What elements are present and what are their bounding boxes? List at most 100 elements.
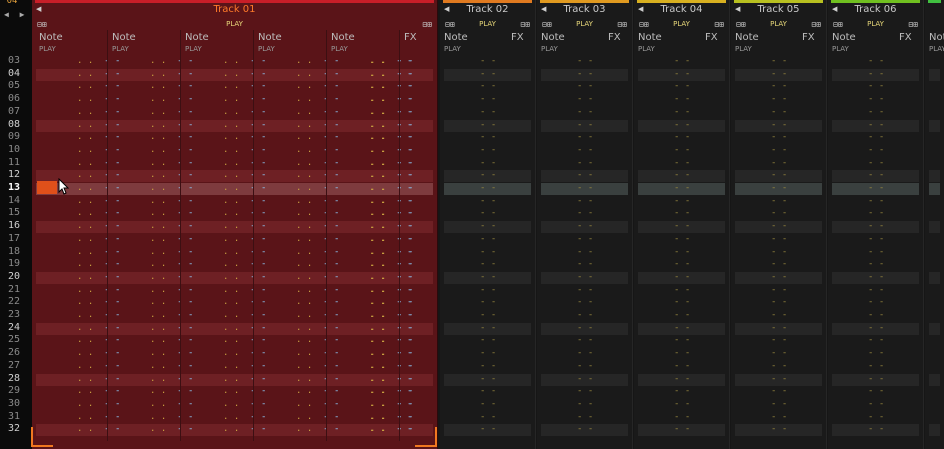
note-cell[interactable]: . . - - (296, 120, 339, 132)
note-cell[interactable]: - - (771, 145, 787, 157)
note-cell[interactable]: . . - - (77, 247, 120, 259)
note-cell[interactable]: - - (771, 323, 787, 335)
note-cell[interactable]: . . - - (150, 272, 193, 284)
fx-cell[interactable]: . . - - (370, 412, 413, 424)
track-title[interactable]: ◀ Track 02 (440, 4, 535, 17)
note-cell[interactable]: - - (577, 183, 593, 195)
note-cell[interactable]: . . - - (223, 196, 266, 208)
note-cell[interactable]: - - (480, 145, 496, 157)
note-cell[interactable]: . . - - (223, 208, 266, 220)
note-cell[interactable]: - - (480, 285, 496, 297)
note-cell[interactable]: - - (480, 183, 496, 195)
fx-cell[interactable]: . . - - (370, 94, 413, 106)
note-cell[interactable]: - - (771, 247, 787, 259)
note-cell[interactable]: - - (577, 234, 593, 246)
note-cell[interactable]: . . - - (150, 120, 193, 132)
fx-cell[interactable]: . . - - (370, 399, 413, 411)
note-cell[interactable]: . . - - (296, 348, 339, 360)
note-cell[interactable]: . . - - (223, 247, 266, 259)
fx-column-header[interactable]: FX (899, 32, 912, 43)
fx-cell[interactable]: . . - - (370, 132, 413, 144)
note-cell[interactable]: . . - - (296, 323, 339, 335)
note-cell[interactable]: - - (674, 272, 690, 284)
note-column-header[interactable]: Note (39, 32, 63, 43)
note-cell[interactable]: - - (674, 208, 690, 220)
note-cell[interactable]: . . - - (223, 272, 266, 284)
note-cell[interactable]: - - (480, 107, 496, 119)
note-cell[interactable]: - - (674, 323, 690, 335)
note-cell[interactable]: - - (868, 374, 884, 386)
note-cell[interactable]: . . - - (150, 310, 193, 322)
fx-cell[interactable]: . . - - (370, 424, 413, 436)
note-cell[interactable]: . . - - (223, 120, 266, 132)
note-cell[interactable]: - - (674, 107, 690, 119)
track-track05[interactable]: ◀ Track 05 ⊟⊞ ⊟⊞ PLAY Note PLAY FX - -- -- -- --… (731, 0, 827, 449)
note-cell[interactable]: - - (577, 69, 593, 81)
note-cell[interactable]: - - (674, 221, 690, 233)
fx-cell[interactable]: . . - - (370, 120, 413, 132)
note-cell[interactable]: . . - - (77, 56, 120, 68)
fx-cell[interactable]: . . - - (370, 348, 413, 360)
note-column-header[interactable]: Note (185, 32, 209, 43)
note-cell[interactable]: . . - - (296, 183, 339, 195)
note-cell[interactable]: - - (771, 234, 787, 246)
note-cell[interactable]: - - (771, 386, 787, 398)
note-cell[interactable]: - - (771, 158, 787, 170)
note-cell[interactable]: - - (771, 399, 787, 411)
note-cell[interactable]: - - (771, 81, 787, 93)
note-cell[interactable]: - - (868, 145, 884, 157)
note-cell[interactable]: - - (771, 424, 787, 436)
note-cell[interactable]: - - (577, 272, 593, 284)
note-cell[interactable]: - - (674, 132, 690, 144)
gutter-nav-arrows[interactable]: ◀ ▶ (4, 10, 27, 19)
note-cell[interactable]: - - (674, 399, 690, 411)
note-cell[interactable]: - - (868, 412, 884, 424)
note-cell[interactable]: - - (868, 399, 884, 411)
note-cell[interactable]: - - (771, 56, 787, 68)
note-cell[interactable]: . . - - (150, 247, 193, 259)
note-cell[interactable]: . . - - (223, 170, 266, 182)
note-cell[interactable]: - - (577, 424, 593, 436)
note-cell[interactable]: - - (674, 374, 690, 386)
note-cell[interactable]: - - (674, 183, 690, 195)
note-cell[interactable]: . . - - (296, 208, 339, 220)
fx-cell[interactable]: . . - - (370, 335, 413, 347)
note-cell[interactable]: - - (577, 145, 593, 157)
note-cell[interactable]: . . - - (77, 348, 120, 360)
note-cell[interactable]: - - (674, 69, 690, 81)
track-title[interactable]: ◀ Track 06 (828, 4, 923, 17)
note-cell[interactable]: . . - - (223, 348, 266, 360)
note-cell[interactable]: - - (577, 81, 593, 93)
note-cell[interactable]: . . - - (150, 221, 193, 233)
note-cell[interactable]: - - (577, 247, 593, 259)
note-cell[interactable]: - - (577, 348, 593, 360)
note-cell[interactable]: . . - - (223, 56, 266, 68)
note-cell[interactable]: . . - - (223, 374, 266, 386)
note-cell[interactable]: . . - - (296, 374, 339, 386)
note-cell[interactable]: - - (674, 361, 690, 373)
note-cell[interactable]: - - (771, 170, 787, 182)
note-cell[interactable]: - - (480, 348, 496, 360)
note-cell[interactable]: . . - - (77, 361, 120, 373)
note-cell[interactable]: . . - - (150, 297, 193, 309)
note-column-header[interactable]: Note (112, 32, 136, 43)
note-cell[interactable]: . . - - (150, 386, 193, 398)
note-cell[interactable]: - - (577, 107, 593, 119)
note-cell[interactable]: . . - - (296, 170, 339, 182)
note-cell[interactable]: - - (674, 310, 690, 322)
note-cell[interactable]: - - (577, 158, 593, 170)
note-cell[interactable]: - - (480, 412, 496, 424)
note-cell[interactable]: - - (771, 183, 787, 195)
note-cell[interactable]: . . - - (77, 310, 120, 322)
note-cell[interactable]: - - (480, 120, 496, 132)
note-cell[interactable]: - - (480, 56, 496, 68)
note-cell[interactable]: - - (480, 170, 496, 182)
note-cell[interactable]: - - (577, 412, 593, 424)
note-cell[interactable]: . . - - (223, 81, 266, 93)
note-column-header[interactable]: Note (331, 32, 355, 43)
edit-cursor[interactable] (37, 181, 57, 194)
note-cell[interactable]: . . - - (296, 132, 339, 144)
note-cell[interactable]: - - (577, 310, 593, 322)
fx-cell[interactable]: . . - - (370, 69, 413, 81)
note-cell[interactable]: . . - - (223, 310, 266, 322)
